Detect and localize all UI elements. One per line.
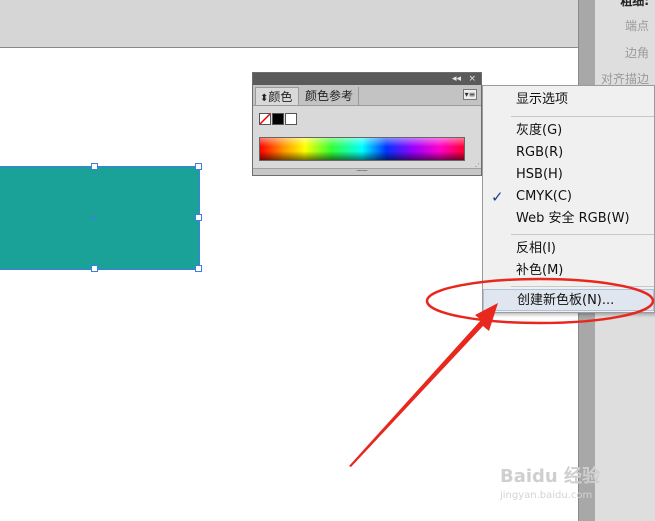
panel-menu-icon: ▾≡ — [464, 90, 476, 99]
selected-rectangle[interactable] — [0, 166, 200, 270]
selection-handle-top-middle[interactable] — [91, 163, 98, 170]
spectrum-shading — [260, 138, 464, 160]
selection-center-point — [92, 216, 95, 219]
menu-item-create-new-swatch[interactable]: 创建新色板(N)... — [483, 289, 654, 311]
menu-item-label: Web 安全 RGB(W) — [516, 211, 630, 226]
menu-item-cmyk[interactable]: ✓ CMYK(C) — [483, 186, 654, 208]
white-swatch[interactable] — [285, 113, 297, 125]
menu-item-label: 反相(I) — [516, 241, 556, 256]
menu-item-label: CMYK(C) — [516, 189, 572, 204]
fill-stroke-swatches — [259, 113, 299, 127]
cap-label: 端点 — [624, 19, 649, 33]
menu-separator — [511, 116, 654, 117]
stroke-weight-label: 粗细: — [620, 0, 649, 8]
color-panel-flyout-menu: 显示选项 灰度(G) RGB(R) HSB(H) ✓ CMYK(C) Web 安… — [482, 85, 655, 313]
document-tab-bar — [0, 0, 578, 48]
selection-handle-bottom-middle[interactable] — [91, 265, 98, 272]
menu-item-label: HSB(H) — [516, 167, 563, 182]
panel-menu-button[interactable]: ▾≡ — [463, 89, 477, 100]
color-panel: ◂◂ × ⬍颜色 颜色参考 ▾≡ ⋰ ········· — [252, 72, 482, 176]
tab-color-guide-label: 颜色参考 — [305, 89, 354, 103]
collapse-icon[interactable]: ◂◂ — [452, 73, 461, 85]
panel-bottom-grip[interactable]: ········· — [253, 168, 481, 175]
menu-separator — [511, 286, 654, 287]
selection-handle-top-right[interactable] — [195, 163, 202, 170]
menu-item-hsb[interactable]: HSB(H) — [483, 164, 654, 186]
baidu-watermark-url: jingyan.baidu.com — [500, 490, 593, 501]
tab-color-guide[interactable]: 颜色参考 — [301, 87, 359, 105]
menu-item-label: 补色(M) — [516, 263, 564, 278]
menu-item-grayscale[interactable]: 灰度(G) — [483, 120, 654, 142]
menu-item-label: RGB(R) — [516, 145, 564, 160]
menu-item-label: 显示选项 — [516, 92, 569, 107]
menu-item-label: 灰度(G) — [516, 123, 563, 138]
selection-handle-middle-right[interactable] — [195, 214, 202, 221]
menu-separator — [511, 234, 654, 235]
none-swatch[interactable] — [259, 113, 271, 125]
selection-handle-bottom-right[interactable] — [195, 265, 202, 272]
color-spectrum-ramp[interactable] — [259, 137, 465, 161]
menu-item-rgb[interactable]: RGB(R) — [483, 142, 654, 164]
menu-item-show-options[interactable]: 显示选项 — [483, 89, 654, 111]
menu-item-invert[interactable]: 反相(I) — [483, 238, 654, 260]
tab-color-label: 颜色 — [268, 90, 293, 104]
tab-color[interactable]: ⬍颜色 — [255, 87, 299, 105]
menu-item-label: 创建新色板(N)... — [517, 293, 615, 308]
panel-titlebar[interactable]: ◂◂ × — [253, 73, 481, 85]
menu-item-complement[interactable]: 补色(M) — [483, 260, 654, 282]
grip-dots-icon: ········· — [356, 167, 368, 175]
baidu-watermark-logo: Baidu 经验 — [500, 466, 601, 487]
black-swatch[interactable] — [272, 113, 284, 125]
corner-label: 边角 — [624, 46, 649, 60]
menu-item-web-safe-rgb[interactable]: Web 安全 RGB(W) — [483, 208, 654, 230]
panel-tab-bar: ⬍颜色 颜色参考 ▾≡ — [253, 85, 481, 106]
checkmark-icon: ✓ — [491, 188, 504, 206]
close-icon[interactable]: × — [468, 73, 476, 85]
